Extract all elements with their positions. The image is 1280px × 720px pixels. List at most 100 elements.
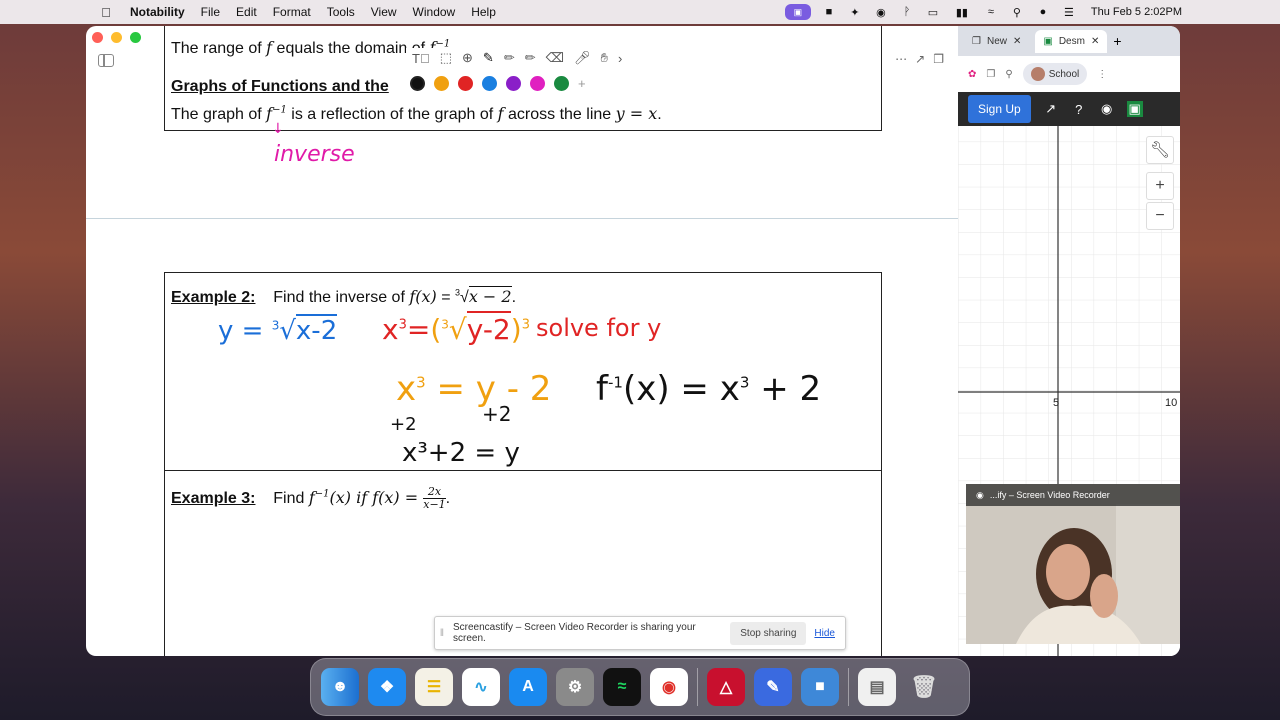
accessibility-icon[interactable]: ◉ [873, 6, 889, 19]
language-icon[interactable]: ◉ [1099, 101, 1115, 117]
tab-desmos[interactable]: ▣ Desm ✕ [1035, 29, 1108, 53]
handwritten-final-answer: f-1(x) = x3 + 2 [596, 369, 822, 409]
color-swatch[interactable] [410, 76, 425, 91]
desmos-header: Sign Up ↗ ? ◉ ▣ [958, 92, 1180, 126]
handwritten-arrow: ↓ [272, 121, 284, 137]
handwritten-swap-x-y: x3=(3√y-2)3 [382, 311, 530, 346]
browser-toolbar: ✿ ❐ ⚲ School ⋮ [958, 56, 1180, 92]
menu-tools[interactable]: Tools [319, 5, 363, 19]
spotify-icon[interactable]: ≈ [603, 668, 641, 706]
desmos-logo-icon[interactable]: ▣ [1126, 101, 1143, 117]
minimize-window-button[interactable] [111, 32, 122, 43]
app-store-icon[interactable]: A [509, 668, 547, 706]
profile-school-button[interactable]: School [1022, 63, 1088, 85]
menubar-clock[interactable]: Thu Feb 5 2:02PM [1091, 6, 1182, 18]
handwritten-plus-2-right: +2 [482, 402, 512, 426]
trash-icon[interactable]: 🗑︎ [905, 668, 943, 706]
menu-bar:  Notability File Edit Format Tools View… [0, 0, 1280, 24]
search-icon[interactable]: ⚲ [1009, 6, 1025, 19]
freeform-icon[interactable]: ∿ [462, 668, 500, 706]
zoom-window-button[interactable] [130, 32, 141, 43]
puzzle-icon[interactable]: ❐ [986, 69, 995, 80]
finder-icon[interactable]: ☻ [321, 668, 359, 706]
acrobat-icon[interactable]: △ [707, 668, 745, 706]
help-icon[interactable]: ? [1071, 101, 1087, 117]
close-window-button[interactable] [92, 32, 103, 43]
notes-icon[interactable]: ☰ [415, 668, 453, 706]
color-swatch[interactable] [554, 76, 569, 91]
menu-edit[interactable]: Edit [228, 5, 265, 19]
reflection-statement: The graph of f−1 is a reflection of the … [171, 104, 662, 123]
camera-icon[interactable]: ■ [821, 6, 837, 18]
hand-tool-icon[interactable]: ✋︎ [601, 50, 608, 66]
hide-banner-link[interactable]: Hide [814, 628, 835, 639]
battery-icon[interactable]: ▮▮ [951, 6, 973, 19]
webcam-preview[interactable]: ◉ ...ify – Screen Video Recorder [966, 484, 1180, 644]
document-icon[interactable]: ▤ [858, 668, 896, 706]
control-center-icon[interactable]: ☰ [1061, 6, 1077, 19]
pages-icon[interactable]: ❐ [933, 52, 944, 66]
desmos-favicon-icon: ▣ [1043, 35, 1053, 47]
graph-settings-icon[interactable]: 🔧︎ [1146, 136, 1174, 164]
tab-search-icon[interactable]: ⚲ [1005, 69, 1012, 80]
handwritten-inverse-note: inverse [274, 142, 355, 167]
share-icon[interactable]: ↗ [915, 52, 925, 66]
wifi-icon[interactable]: ≈ [983, 6, 999, 18]
system-settings-icon[interactable]: ⚙ [556, 668, 594, 706]
stop-sharing-button[interactable]: Stop sharing [730, 621, 807, 645]
tab-bar: ❐ New ✕ ▣ Desm ✕ + [958, 26, 1180, 56]
menu-format[interactable]: Format [265, 5, 319, 19]
close-tab-icon[interactable]: ✕ [1013, 36, 1021, 47]
bluetooth-icon[interactable]: ᚹ [899, 6, 915, 18]
screen-record-icon[interactable]: ▣ [784, 4, 811, 20]
handwritten-step-1: x3 = y - 2 [396, 369, 552, 409]
menu-window[interactable]: Window [405, 5, 464, 19]
avatar [1030, 67, 1045, 81]
zoom-in-button[interactable]: + [1146, 172, 1174, 200]
color-palette: + [404, 74, 592, 93]
pen-tool-icon[interactable]: ✎ [483, 50, 494, 66]
drawing-toolbar: T⃩ ⬚ ⊕ ✎ ✏ ✏ ⌫ 🎤︎ ✋︎ › [406, 48, 629, 68]
eraser-tool-icon[interactable]: ⌫ [546, 50, 564, 66]
color-swatch[interactable] [506, 76, 521, 91]
display-icon[interactable]: ▭ [925, 6, 941, 19]
axis-label-5: 5 [1053, 397, 1059, 409]
axis-label-10: 10 [1165, 397, 1177, 409]
new-tab-icon[interactable]: + [1113, 33, 1121, 49]
sign-up-button[interactable]: Sign Up [968, 95, 1031, 123]
menu-file[interactable]: File [193, 5, 228, 19]
siri-icon[interactable]: ● [1035, 6, 1051, 18]
browser-menu-icon[interactable]: ⋮ [1097, 69, 1107, 80]
menu-help[interactable]: Help [463, 5, 504, 19]
color-swatch[interactable] [434, 76, 449, 91]
apple-menu-icon[interactable]:  [90, 5, 122, 20]
lasso-tool-icon[interactable]: ⬚ [440, 50, 452, 66]
window-controls [92, 32, 141, 43]
app-icon[interactable]: ■ [801, 668, 839, 706]
share-graph-icon[interactable]: ↗ [1043, 101, 1059, 117]
extension-icon[interactable]: ✿ [968, 69, 976, 80]
drag-handle-icon[interactable]: ‖ [435, 628, 449, 639]
text-tool-icon[interactable]: T⃩ [412, 51, 430, 66]
tab-new[interactable]: ❐ New ✕ [964, 30, 1029, 53]
wand-icon[interactable]: ✦ [847, 6, 863, 19]
document-tools: ⋯ ↗ ❐ [895, 52, 944, 66]
pencil-tool-icon[interactable]: ✏ [525, 50, 536, 66]
add-element-icon[interactable]: ⊕ [462, 50, 473, 66]
add-color-icon[interactable]: + [578, 76, 586, 91]
chrome-icon[interactable]: ◉ [650, 668, 688, 706]
microphone-icon[interactable]: 🎤︎ [574, 50, 591, 66]
more-options-icon[interactable]: ⋯ [895, 52, 907, 66]
menu-app-name[interactable]: Notability [122, 5, 193, 19]
color-swatch[interactable] [530, 76, 545, 91]
zoom-out-button[interactable]: − [1146, 202, 1174, 230]
sidebar-toggle-icon[interactable] [98, 54, 114, 67]
safari-icon[interactable]: ❖ [368, 668, 406, 706]
close-tab-icon[interactable]: ✕ [1091, 36, 1099, 47]
highlighter-tool-icon[interactable]: ✏ [504, 50, 515, 66]
notability-icon[interactable]: ✎ [754, 668, 792, 706]
color-swatch[interactable] [482, 76, 497, 91]
chevron-right-icon[interactable]: › [618, 51, 622, 66]
color-swatch[interactable] [458, 76, 473, 91]
menu-view[interactable]: View [363, 5, 405, 19]
